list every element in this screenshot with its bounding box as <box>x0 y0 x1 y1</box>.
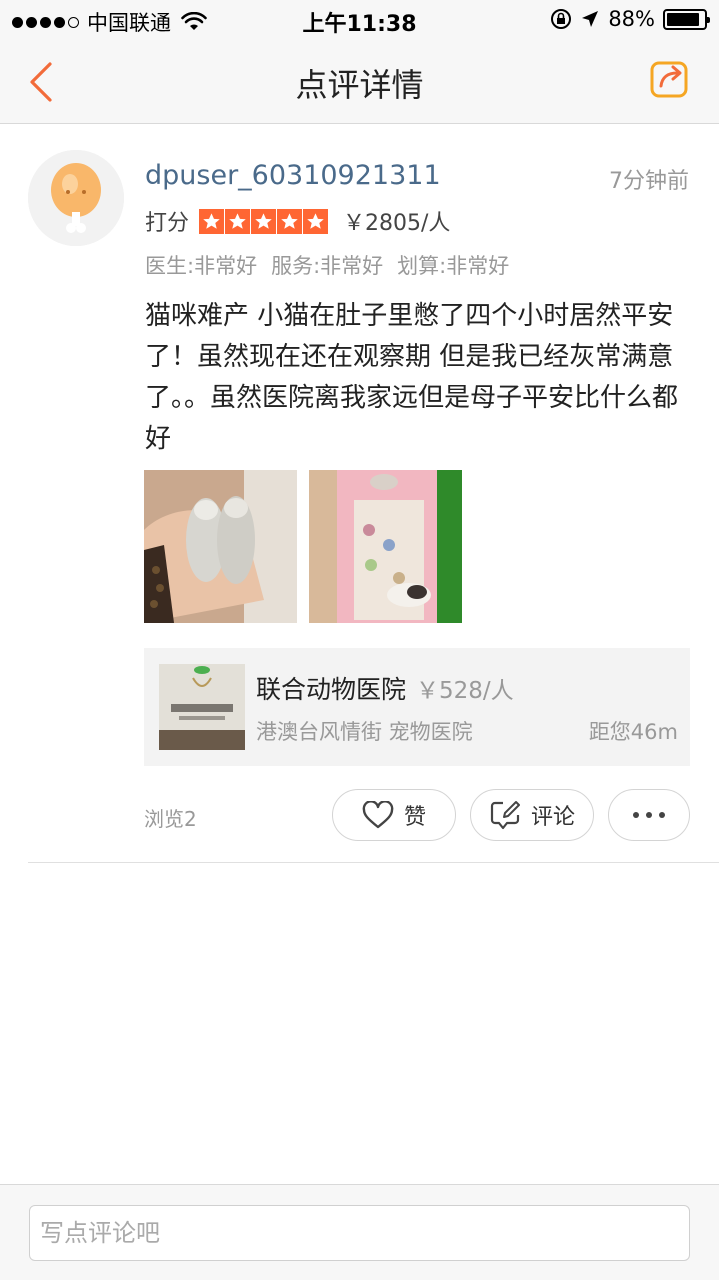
rating-row: 打分 ￥2805/人 <box>145 205 450 237</box>
shop-distance: 距您46m <box>588 720 678 744</box>
share-icon[interactable] <box>649 58 691 100</box>
shop-category: 港澳台风情街 宠物医院 <box>256 720 473 744</box>
status-right: 88% <box>550 7 710 31</box>
rotation-lock-icon <box>551 9 572 29</box>
avatar[interactable] <box>28 150 124 246</box>
view-count: 浏览2 <box>144 807 197 831</box>
more-dots-icon <box>633 812 665 818</box>
shop-name: 联合动物医院 <box>256 675 407 704</box>
review-photo[interactable] <box>144 470 297 623</box>
comment-button[interactable]: 评论 <box>470 789 594 841</box>
battery-level <box>667 12 699 26</box>
location-arrow-icon <box>582 11 599 27</box>
nav-bar: 点评详情 <box>0 40 719 124</box>
shop-thumbnail <box>159 664 245 750</box>
like-button[interactable]: 赞 <box>332 789 456 841</box>
star-rating <box>199 208 329 234</box>
comment-label: 评论 <box>530 805 575 830</box>
status-bar: 中国联通 上午11:38 88% <box>0 0 719 40</box>
shop-price: ￥528/人 <box>416 678 514 704</box>
star-icon <box>199 208 225 234</box>
star-icon <box>277 208 303 234</box>
username[interactable]: dpuser_60310921311 <box>145 160 441 191</box>
battery-percent: 88% <box>608 7 655 31</box>
bottom-comment-bar <box>0 1184 719 1280</box>
rating-label: 打分 <box>145 211 190 236</box>
score-value: 划算:非常好 <box>397 254 510 278</box>
review-time: 7分钟前 <box>609 169 689 194</box>
score-service: 服务:非常好 <box>271 254 384 278</box>
like-label: 赞 <box>403 805 426 830</box>
battery-icon <box>663 8 710 30</box>
drumstick-avatar-icon <box>28 150 124 246</box>
comment-input[interactable] <box>29 1205 690 1261</box>
page-title: 点评详情 <box>295 66 424 104</box>
star-icon <box>225 208 251 234</box>
comment-edit-icon <box>490 801 520 830</box>
score-doctor: 医生:非常好 <box>145 254 258 278</box>
heart-icon <box>362 801 394 829</box>
divider <box>28 862 719 863</box>
review-text: 猫咪难产 小猫在肚子里憋了四个小时居然平安了！虽然现在还在观察期 但是我已经灰常… <box>145 301 679 454</box>
shop-name-row: 联合动物医院 ￥528/人 <box>256 670 514 706</box>
more-button[interactable] <box>608 789 690 841</box>
review-photo[interactable] <box>309 470 462 623</box>
star-icon <box>251 208 277 234</box>
review-price: ￥2805/人 <box>343 211 451 236</box>
star-icon <box>303 208 329 234</box>
shop-card[interactable]: 联合动物医院 ￥528/人 港澳台风情街 宠物医院 距您46m <box>144 648 690 766</box>
sub-scores: 医生:非常好 服务:非常好 划算:非常好 <box>145 250 509 280</box>
